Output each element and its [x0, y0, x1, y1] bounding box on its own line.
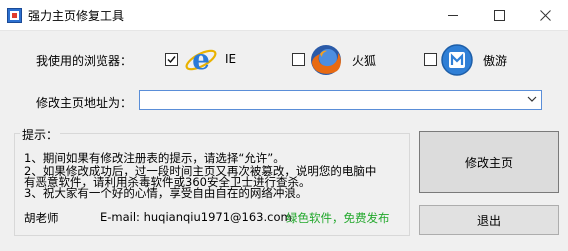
internet-explorer-icon: e [185, 43, 217, 76]
close-button[interactable] [522, 0, 568, 30]
svg-text:e: e [192, 43, 210, 76]
author-email: E-mail: huqianqiu1971@163.com [100, 210, 292, 224]
maxthon-checkbox[interactable] [424, 53, 437, 66]
freeware-note: 绿色软件，免费发布 [286, 211, 390, 225]
modify-homepage-button[interactable]: 修改主页 [419, 131, 559, 193]
tips-title: 提示： [20, 126, 61, 143]
maxthon-icon [441, 44, 473, 76]
app-icon [7, 8, 22, 23]
author-name: 胡老师 [24, 211, 59, 225]
firefox-label: 火狐 [352, 54, 377, 68]
minimize-button[interactable] [430, 0, 476, 30]
firefox-icon [311, 45, 341, 75]
firefox-checkbox[interactable] [292, 53, 305, 66]
checkmark-icon [167, 56, 176, 64]
chevron-down-icon[interactable] [527, 94, 537, 104]
tip-line: 3、祝大家有一个好的心情，享受自由自在的网络冲浪。 [24, 186, 308, 200]
maxthon-label: 傲游 [483, 54, 508, 68]
main-window: 强力主页修复工具 我使用的浏览器： e IE 火狐 傲游 修改主页地址为： 提示… [0, 0, 568, 251]
ie-label: IE [225, 52, 237, 66]
ie-checkbox[interactable] [165, 53, 178, 66]
close-icon [539, 9, 551, 21]
title-bar[interactable]: 强力主页修复工具 [0, 0, 568, 31]
browser-label: 我使用的浏览器： [36, 54, 133, 68]
minimize-icon [448, 14, 458, 16]
maximize-icon [493, 9, 505, 21]
homepage-label: 修改主页地址为： [36, 96, 133, 110]
exit-button[interactable]: 退出 [419, 205, 559, 235]
window-title: 强力主页修复工具 [28, 9, 125, 23]
maximize-button[interactable] [476, 0, 522, 30]
homepage-combobox[interactable] [139, 90, 542, 110]
